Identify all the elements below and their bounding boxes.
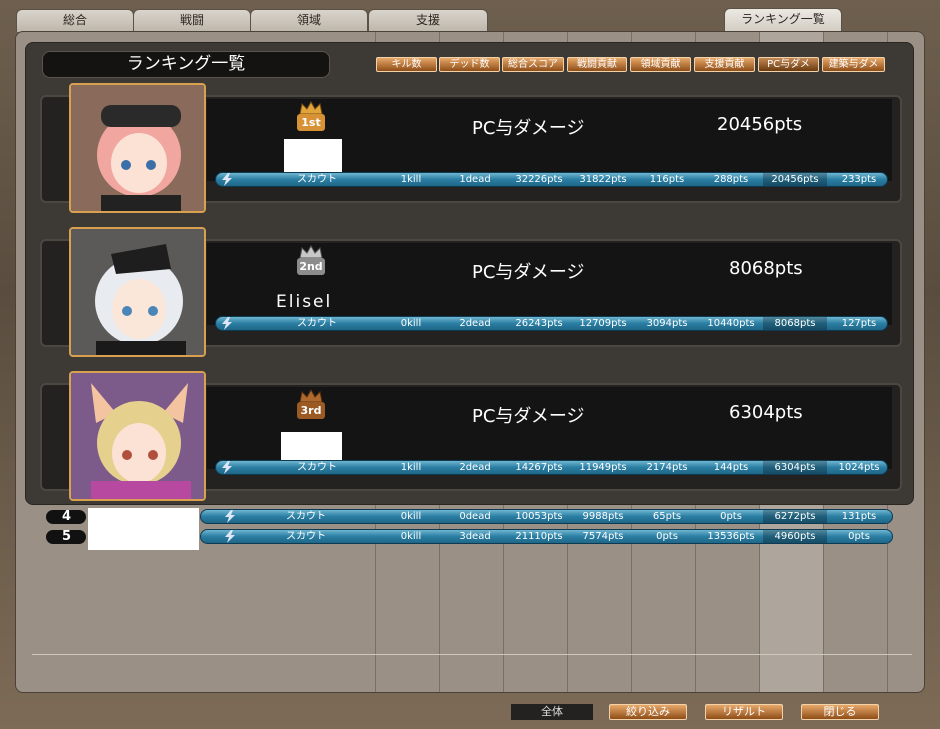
building-damage: 233pts: [841, 174, 877, 185]
total-score: 26243pts: [515, 318, 563, 329]
deaths: 1dead: [459, 174, 491, 185]
class-name: スカウト: [286, 511, 326, 522]
combat-score: 31822pts: [579, 174, 627, 185]
sort-building-damage-button[interactable]: 建築与ダメ: [822, 57, 885, 72]
sort-combat-button[interactable]: 戦闘貢献: [567, 57, 627, 72]
sort-deaths-button[interactable]: デッド数: [439, 57, 500, 72]
rank-number-text: 4: [62, 509, 72, 524]
deaths: 2dead: [459, 318, 491, 329]
bronze-crown-icon: 3rd: [292, 389, 330, 423]
pc-damage: 20456pts: [763, 173, 827, 186]
total-score: 21110pts: [515, 531, 563, 542]
total-score: 32226pts: [515, 174, 563, 185]
territory-score: 2174pts: [646, 462, 688, 473]
territory-score: 65pts: [652, 511, 682, 522]
stat-label: PC与ダメージ: [472, 262, 585, 283]
deaths: 2dead: [459, 462, 491, 473]
sort-kills-button[interactable]: キル数: [376, 57, 437, 72]
stat-value: 20456pts: [717, 114, 803, 135]
lightning-icon: [222, 317, 232, 330]
rank-badge: 1st: [297, 114, 325, 131]
deaths: 3dead: [459, 531, 491, 542]
stat-value: 6304pts: [729, 402, 803, 423]
support-score: 0pts: [720, 511, 742, 522]
divider: [32, 654, 912, 655]
scope-label: 全体: [511, 704, 593, 720]
close-button[interactable]: 閉じる: [801, 704, 879, 720]
avatar: [69, 371, 206, 501]
player-name-redacted: [284, 139, 342, 172]
lightning-icon: [222, 461, 232, 474]
pc-damage: 6304pts: [763, 461, 827, 474]
stats-bar: スカウト 0kill 2dead 26243pts 12709pts 3094p…: [215, 316, 888, 331]
stat-label: PC与ダメージ: [472, 406, 585, 427]
lightning-icon: [222, 173, 232, 186]
filter-button[interactable]: 絞り込み: [609, 704, 687, 720]
territory-score: 116pts: [649, 174, 685, 185]
rank-badge: 3rd: [297, 402, 325, 419]
panel-title: ランキング一覧: [42, 51, 330, 78]
player-name-redacted: [88, 508, 199, 550]
kills: 0kill: [400, 318, 422, 329]
combat-score: 9988pts: [582, 511, 624, 522]
class-name: スカウト: [286, 531, 326, 542]
avatar: [69, 83, 206, 213]
class-name: スカウト: [297, 462, 337, 473]
lightning-icon: [225, 530, 235, 543]
pc-damage: 6272pts: [763, 510, 827, 523]
tab-strip: 総合 戦闘 領域 支援 ランキング一覧: [0, 0, 940, 32]
territory-score: 3094pts: [646, 318, 688, 329]
sort-support-button[interactable]: 支援貢献: [694, 57, 755, 72]
result-button[interactable]: リザルト: [705, 704, 783, 720]
rank-badge: 2nd: [297, 258, 325, 275]
gold-crown-icon: 1st: [292, 101, 330, 135]
stats-bar-row-5[interactable]: スカウト 0kill 3dead 21110pts 7574pts 0pts 1…: [200, 529, 893, 544]
tab-combat[interactable]: 戦闘: [133, 9, 251, 32]
building-damage: 127pts: [841, 318, 877, 329]
support-score: 144pts: [713, 462, 749, 473]
class-name: スカウト: [297, 174, 337, 185]
total-score: 14267pts: [515, 462, 563, 473]
support-score: 13536pts: [707, 531, 755, 542]
tab-support[interactable]: 支援: [368, 9, 488, 32]
combat-score: 12709pts: [579, 318, 627, 329]
avatar: [69, 227, 206, 357]
pc-damage: 4960pts: [763, 530, 827, 543]
tab-ranking-list[interactable]: ランキング一覧: [724, 8, 842, 32]
sort-total-score-button[interactable]: 総合スコア: [502, 57, 564, 72]
building-damage: 1024pts: [838, 462, 880, 473]
class-name: スカウト: [297, 318, 337, 329]
deaths: 0dead: [459, 511, 491, 522]
support-score: 10440pts: [707, 318, 755, 329]
support-score: 288pts: [713, 174, 749, 185]
stats-bar: スカウト 1kill 2dead 14267pts 11949pts 2174p…: [215, 460, 888, 475]
building-damage: 0pts: [848, 531, 870, 542]
pc-damage: 8068pts: [763, 317, 827, 330]
rank-number: 5: [46, 530, 86, 544]
total-score: 10053pts: [515, 511, 563, 522]
stat-value: 8068pts: [729, 258, 803, 279]
rank-number: 4: [46, 510, 86, 524]
kills: 1kill: [400, 462, 422, 473]
tab-territory[interactable]: 領域: [250, 9, 368, 32]
combat-score: 11949pts: [579, 462, 627, 473]
player-name-redacted: [281, 432, 342, 460]
lightning-icon: [225, 510, 235, 523]
kills: 0kill: [400, 511, 422, 522]
territory-score: 0pts: [656, 531, 678, 542]
sort-pc-damage-button[interactable]: PC与ダメ: [758, 57, 819, 72]
stat-label: PC与ダメージ: [472, 118, 585, 139]
building-damage: 131pts: [841, 511, 877, 522]
stats-bar-row-4[interactable]: スカウト 0kill 0dead 10053pts 9988pts 65pts …: [200, 509, 893, 524]
combat-score: 7574pts: [582, 531, 624, 542]
kills: 0kill: [400, 531, 422, 542]
player-name: Elisel: [276, 292, 333, 312]
stats-bar: スカウト 1kill 1dead 32226pts 31822pts 116pt…: [215, 172, 888, 187]
tab-overall[interactable]: 総合: [16, 9, 134, 32]
kills: 1kill: [400, 174, 422, 185]
silver-crown-icon: 2nd: [292, 245, 330, 279]
rank-number-text: 5: [62, 529, 72, 544]
sort-territory-button[interactable]: 領域貢献: [630, 57, 691, 72]
